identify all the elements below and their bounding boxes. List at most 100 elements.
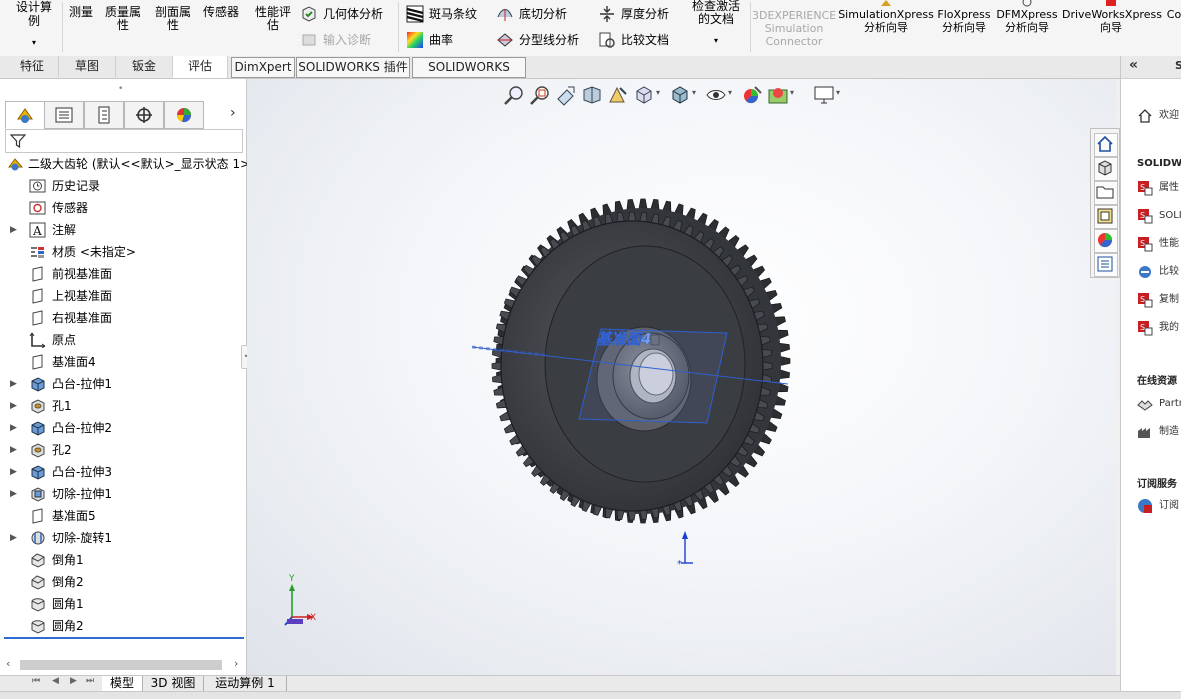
svg-text:S: S xyxy=(1140,323,1145,332)
nav-first-icon[interactable]: ⏮ xyxy=(32,676,40,686)
mass-properties-button[interactable]: 质量属性 xyxy=(100,6,146,32)
undercut-analysis-button[interactable]: 底切分析 xyxy=(496,4,567,24)
tab-dimxpert-manager[interactable] xyxy=(124,101,164,129)
tab-3d-view[interactable]: 3D 视图 xyxy=(143,676,204,691)
task-pane-view-palette-tab[interactable] xyxy=(1094,205,1118,229)
chevron-right-icon[interactable]: › xyxy=(230,105,236,121)
tab-label: 草图 xyxy=(74,59,99,73)
expand-arrow-icon[interactable]: ▶ xyxy=(10,439,17,461)
sim-connector-button[interactable]: 3DEXPERIENCE Simulation Connector xyxy=(752,9,836,48)
nav-prev-icon[interactable]: ◀ xyxy=(52,676,59,686)
expand-arrow-icon[interactable]: ▶ xyxy=(10,373,17,395)
scroll-right-icon[interactable]: › xyxy=(234,657,238,670)
expand-arrow-icon[interactable]: ▶ xyxy=(10,483,17,505)
tree-item[interactable]: 基准面5 xyxy=(0,505,246,527)
measure-button[interactable]: 测量 xyxy=(64,6,98,19)
driveworksxpress-button[interactable]: DriveWorksXpress 向导 xyxy=(1062,0,1162,34)
tree-item[interactable]: ▶ A 注解 xyxy=(0,219,246,241)
gear-model[interactable]: 基准面4 * Y X xyxy=(247,79,1116,675)
compare-documents-button[interactable]: 比较文档 xyxy=(598,30,669,50)
graphics-viewport[interactable]: ▾ ▾ ▾ ▾ ▾ ◧ ◨ ‒ ❐ ✕ xyxy=(247,79,1116,675)
tree-item[interactable]: 倒角2 xyxy=(0,571,246,593)
sensor-button[interactable]: 传感器 xyxy=(198,6,244,19)
expand-arrow-icon[interactable]: ▶ xyxy=(10,395,17,417)
tree-item[interactable]: 前视基准面 xyxy=(0,263,246,285)
solidworks-resources-label: SOLIDWO xyxy=(1137,158,1181,169)
view-palette-icon xyxy=(1097,208,1113,224)
expand-arrow-icon[interactable]: ▶ xyxy=(10,417,17,439)
triad-y-label: Y xyxy=(288,574,295,584)
tab-feature-manager[interactable] xyxy=(5,101,45,129)
design-study-button[interactable]: 设计算例 ▾ xyxy=(8,0,60,49)
tree-item[interactable]: 上视基准面 xyxy=(0,285,246,307)
tree-item[interactable]: ▶ 孔1 xyxy=(0,395,246,417)
filter-icon xyxy=(10,134,26,149)
scroll-left-icon[interactable]: ‹ xyxy=(6,657,10,670)
tab-evaluate[interactable]: 评估 xyxy=(173,56,228,78)
curvature-button[interactable]: 曲率 xyxy=(406,30,453,50)
tab-solidworks-mbd[interactable]: SOLIDWORKS MBD xyxy=(412,57,526,93)
task-pane-home-tab[interactable] xyxy=(1094,133,1118,157)
compare-documents-icon xyxy=(599,32,615,48)
truncated-command-button[interactable]: Co xyxy=(1164,8,1181,21)
performance-evaluation-button[interactable]: 性能评估 xyxy=(250,6,296,32)
tab-configuration-manager[interactable] xyxy=(84,101,124,129)
parting-line-analysis-button[interactable]: 分型线分析 xyxy=(496,30,579,50)
task-pane-appearances-tab[interactable] xyxy=(1094,229,1118,253)
tab-features[interactable]: 特征 xyxy=(6,56,59,77)
tab-motion-study-1[interactable]: 运动算例 1 xyxy=(204,676,287,691)
tree-item[interactable]: 原点 xyxy=(0,329,246,351)
tree-item[interactable]: 右视基准面 xyxy=(0,307,246,329)
tree-item[interactable]: 基准面4 xyxy=(0,351,246,373)
performance-evaluation-label: 性能评估 xyxy=(254,5,291,32)
filter-box[interactable] xyxy=(5,129,243,153)
tree-item[interactable]: ▶ 凸台-拉伸3 xyxy=(0,461,246,483)
tree-item[interactable]: 材质 <未指定> xyxy=(0,241,246,263)
input-diagnostics-button[interactable]: 输入诊断 xyxy=(300,30,371,50)
task-pane-link-label: Partn xyxy=(1159,398,1181,409)
task-pane-design-library-tab[interactable] xyxy=(1094,157,1118,181)
tree-item[interactable]: ▶ 切除-拉伸1 xyxy=(0,483,246,505)
tree-item[interactable]: 传感器 xyxy=(0,197,246,219)
geometry-analysis-button[interactable]: 几何体分析 xyxy=(300,4,383,24)
plane-label[interactable]: 基准面4 xyxy=(596,330,652,348)
tree-item[interactable]: ▶ 凸台-拉伸2 xyxy=(0,417,246,439)
tab-property-manager[interactable] xyxy=(44,101,84,129)
expand-arrow-icon[interactable]: ▶ xyxy=(10,219,17,241)
task-pane-custom-properties-tab[interactable] xyxy=(1094,253,1118,277)
zebra-stripes-button[interactable]: 斑马条纹 xyxy=(406,4,477,24)
tab-sheet-metal[interactable]: 钣金 xyxy=(116,56,173,77)
tab-model[interactable]: 模型 xyxy=(102,676,143,691)
dfmxpress-button[interactable]: DFMXpress 分析向导 xyxy=(994,0,1060,34)
appearances-icon xyxy=(1098,233,1113,248)
collapse-pane-icon[interactable]: « xyxy=(1129,57,1138,73)
tree-item[interactable]: ▶ 孔2 xyxy=(0,439,246,461)
tree-item[interactable]: 圆角1 xyxy=(0,593,246,615)
thickness-analysis-button[interactable]: 厚度分析 xyxy=(598,4,669,24)
tree-item[interactable]: 历史记录 xyxy=(0,175,246,197)
check-active-document-button[interactable]: 检查激活的文档 ▾ xyxy=(686,0,746,47)
nav-last-icon[interactable]: ⏭ xyxy=(86,676,94,686)
nav-next-icon[interactable]: ▶ xyxy=(70,676,77,686)
tab-dimxpert[interactable]: DimXpert xyxy=(231,57,295,78)
expand-arrow-icon[interactable]: ▶ xyxy=(10,461,17,483)
curvature-icon xyxy=(407,32,423,48)
tree-item[interactable]: 圆角2 xyxy=(0,615,246,637)
tree-item[interactable]: 倒角1 xyxy=(0,549,246,571)
floxpress-button[interactable]: FloXpress 分析向导 xyxy=(936,8,992,34)
chamfer-icon xyxy=(29,574,46,590)
tree-root-part[interactable]: 二级大齿轮 (默认<<默认>_显示状态 1>) xyxy=(0,153,255,175)
section-properties-button[interactable]: 剖面属性 xyxy=(150,6,196,32)
scroll-thumb[interactable] xyxy=(20,660,222,670)
tree-item-label: 凸台-拉伸3 xyxy=(52,465,112,479)
horizontal-scrollbar[interactable]: ‹ › xyxy=(4,657,244,673)
tab-sketch[interactable]: 草图 xyxy=(59,56,116,77)
tree-item[interactable]: ▶ 切除-旋转1 xyxy=(0,527,246,549)
task-pane-file-explorer-tab[interactable] xyxy=(1094,181,1118,205)
tree-item[interactable]: ▶ 凸台-拉伸1 xyxy=(0,373,246,395)
simulationxpress-button[interactable]: SimulationXpress 分析向导 xyxy=(838,0,934,34)
tab-display-manager[interactable] xyxy=(164,101,204,129)
expand-arrow-icon[interactable]: ▶ xyxy=(10,527,17,549)
tab-solidworks-addins[interactable]: SOLIDWORKS 插件 xyxy=(296,57,410,78)
panel-grip-handle[interactable]: • xyxy=(118,84,126,94)
